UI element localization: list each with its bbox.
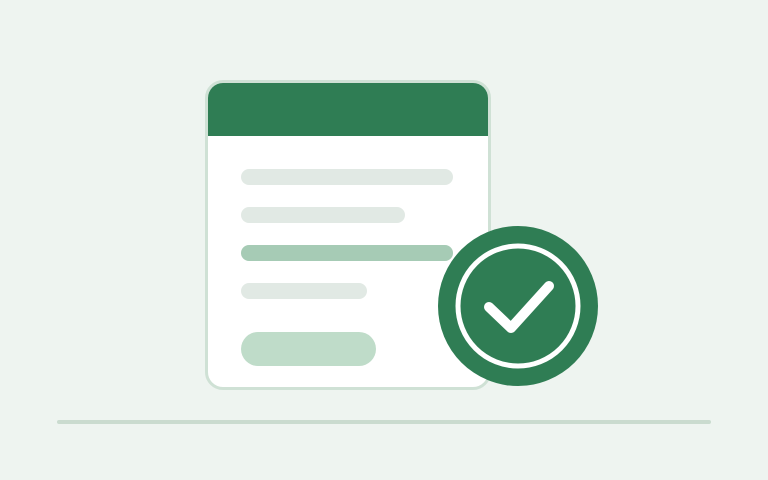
confirmation-illustration — [0, 0, 768, 480]
text-placeholder-line-4 — [241, 283, 367, 299]
ground-line — [57, 420, 711, 424]
text-placeholder-line-2 — [241, 207, 405, 223]
window-header — [208, 83, 488, 136]
highlighted-placeholder-line — [241, 245, 453, 261]
check-circle-icon — [436, 224, 600, 388]
button-placeholder — [241, 332, 376, 366]
text-placeholder-line-1 — [241, 169, 453, 185]
